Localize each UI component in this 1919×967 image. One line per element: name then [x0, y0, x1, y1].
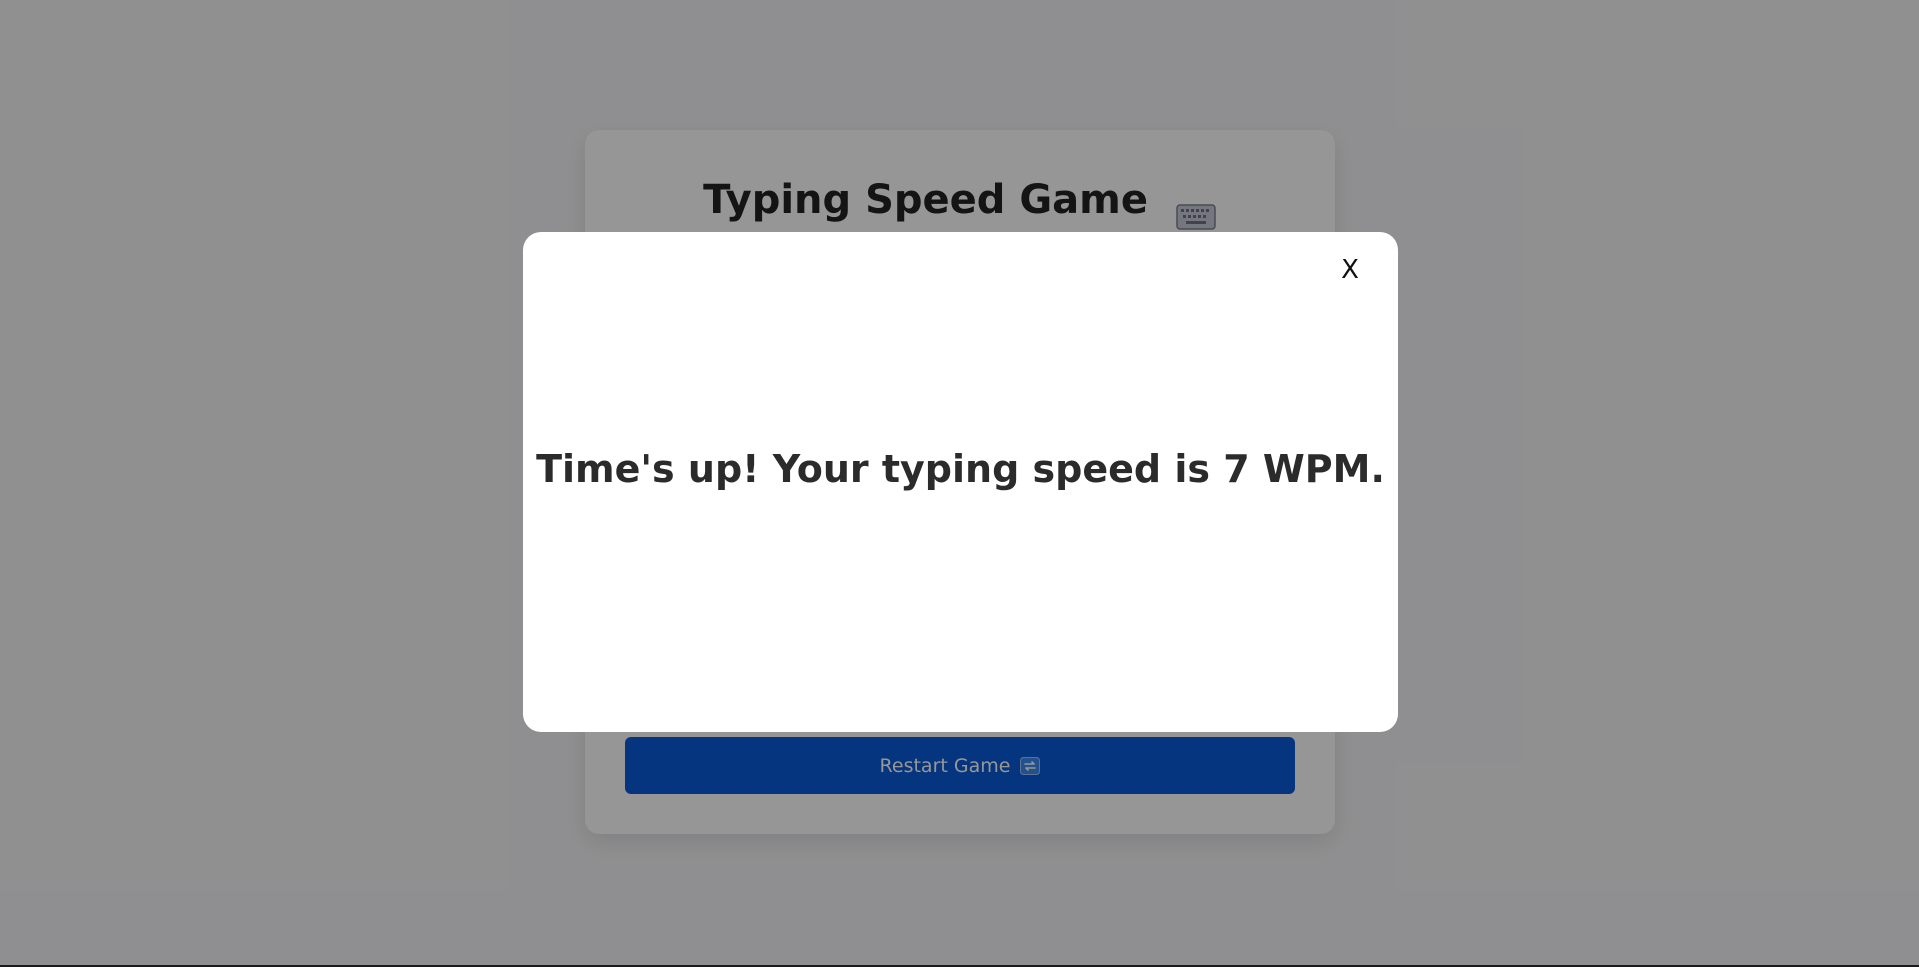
- close-modal-button[interactable]: X: [1332, 252, 1368, 288]
- result-message: Time's up! Your typing speed is 7 WPM.: [536, 447, 1385, 491]
- result-modal: X Time's up! Your typing speed is 7 WPM.: [523, 232, 1398, 732]
